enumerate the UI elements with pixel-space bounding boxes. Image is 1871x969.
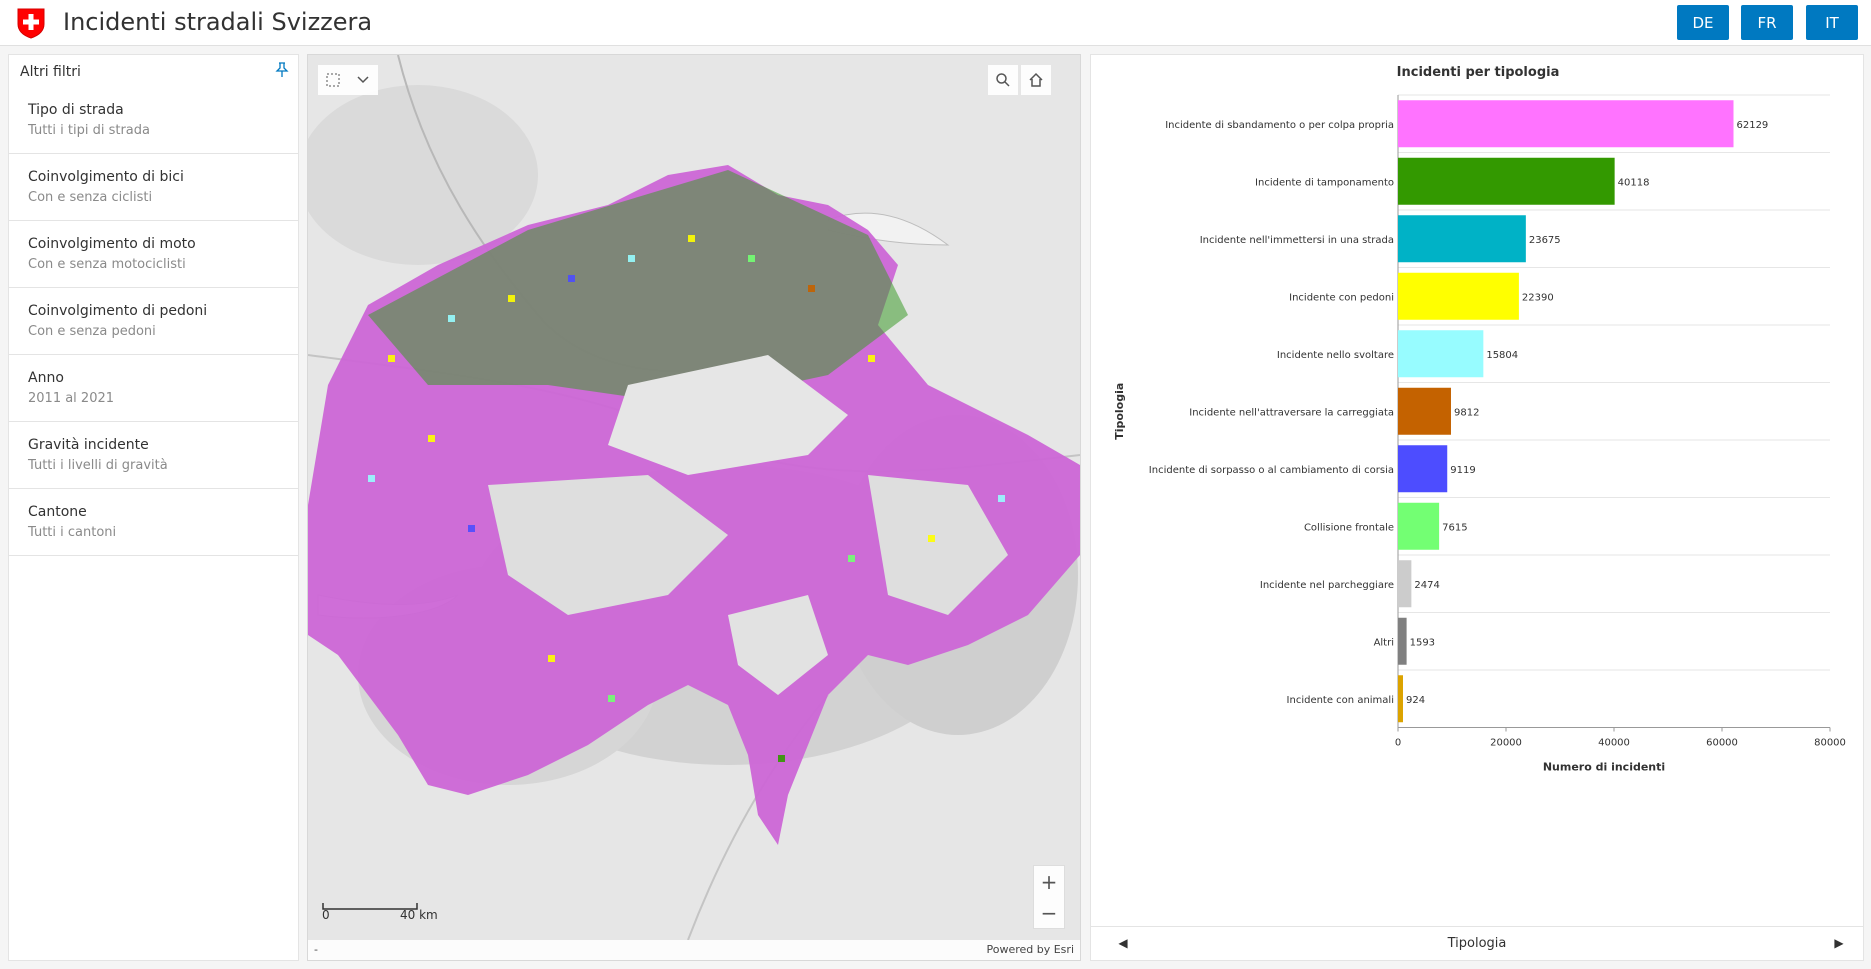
map-footer-mark: - [314, 943, 318, 956]
bar [1398, 157, 1615, 205]
filter-road-type[interactable]: Tipo di strada Tutti i tipi di strada [9, 87, 298, 154]
chart-selector-label: Tipologia [1447, 936, 1507, 951]
filter-label: Coinvolgimento di bici [28, 169, 184, 185]
bar [1398, 387, 1451, 435]
x-tick-label: 40000 [1598, 738, 1630, 749]
bar [1398, 560, 1412, 608]
map-view[interactable]: + − 0 40 km - Powered by Esri [307, 54, 1081, 961]
esri-attribution[interactable]: Powered by Esri [986, 943, 1074, 956]
data-label: 62129 [1736, 120, 1768, 131]
bar [1398, 272, 1519, 320]
filter-value: Tutti i tipi di strada [28, 123, 150, 138]
category-label: Incidente nel parcheggiare [1260, 580, 1394, 591]
filter-label: Coinvolgimento di pedoni [28, 303, 208, 319]
map-attribution-bar: - Powered by Esri [308, 940, 1080, 960]
filter-year[interactable]: Anno 2011 al 2021 [9, 355, 298, 422]
scale-bar: 0 40 km [322, 895, 467, 925]
filter-value: Tutti i cantoni [28, 525, 117, 540]
x-tick-label: 0 [1395, 738, 1401, 749]
map-basemap[interactable] [308, 55, 1080, 940]
bar [1398, 215, 1526, 263]
data-label: 1593 [1410, 637, 1435, 648]
x-axis-label: Numero di incidenti [1543, 761, 1665, 774]
bar [1398, 502, 1440, 550]
filter-label: Tipo di strada [28, 102, 124, 118]
swiss-coat-of-arms-icon [17, 8, 45, 39]
chart-panel: Incidenti per tipologia Incidente di sba… [1090, 54, 1864, 961]
category-label: Collisione frontale [1304, 522, 1394, 533]
filter-value: 2011 al 2021 [28, 391, 115, 406]
x-tick-label: 60000 [1706, 738, 1738, 749]
next-chart-arrow-icon[interactable]: ▶ [1831, 936, 1847, 952]
bar [1398, 445, 1448, 493]
filter-severity[interactable]: Gravità incidente Tutti i livelli di gra… [9, 422, 298, 489]
filter-list: Tipo di strada Tutti i tipi di strada Co… [9, 87, 298, 556]
category-label: Incidente nell'attraversare la carreggia… [1189, 407, 1394, 418]
y-axis-label: Tipologia [1113, 383, 1126, 440]
filters-panel: Altri filtri Tipo di strada Tutti i tipi… [8, 54, 299, 961]
x-tick-label: 80000 [1814, 738, 1846, 749]
category-label: Incidente di sorpasso o al cambiamento d… [1149, 465, 1394, 476]
category-label: Incidente con animali [1287, 695, 1394, 706]
layer-list-icon[interactable] [318, 65, 348, 95]
filter-pedestrians[interactable]: Coinvolgimento di pedoni Con e senza ped… [9, 288, 298, 355]
language-button-it[interactable]: IT [1806, 5, 1858, 40]
app-title: Incidenti stradali Svizzera [63, 8, 373, 36]
app-header: Incidenti stradali Svizzera DE FR IT [0, 0, 1871, 46]
category-label: Incidente di tamponamento [1255, 177, 1394, 188]
category-label: Altri [1374, 637, 1394, 648]
data-label: 15804 [1486, 350, 1518, 361]
filter-label: Coinvolgimento di moto [28, 236, 196, 252]
zoom-controls: + − [1033, 865, 1065, 929]
chart-navigation: ◀ Tipologia ▶ [1091, 926, 1863, 960]
bar [1398, 330, 1484, 378]
data-label: 2474 [1414, 580, 1439, 591]
bar-chart: Incidente di sbandamento o per colpa pro… [1113, 94, 1846, 774]
filter-canton[interactable]: Cantone Tutti i cantoni [9, 489, 298, 556]
filter-label: Cantone [28, 504, 87, 520]
data-label: 40118 [1618, 177, 1650, 188]
filter-label: Anno [28, 370, 64, 386]
filters-title: Altri filtri [20, 64, 81, 80]
bar [1398, 617, 1407, 665]
filter-bicycle[interactable]: Coinvolgimento di bici Con e senza cicli… [9, 154, 298, 221]
chevron-down-icon[interactable] [348, 65, 378, 95]
filter-value: Con e senza motociclisti [28, 257, 186, 272]
zoom-out-button[interactable]: − [1034, 897, 1064, 928]
home-icon[interactable] [1021, 65, 1051, 95]
bar [1398, 100, 1734, 148]
category-label: Incidente di sbandamento o per colpa pro… [1165, 120, 1394, 131]
language-button-de[interactable]: DE [1677, 5, 1729, 40]
category-label: Incidente nell'immettersi in una strada [1200, 235, 1394, 246]
filter-value: Con e senza pedoni [28, 324, 156, 339]
filter-value: Con e senza ciclisti [28, 190, 153, 205]
scale-distance: 40 km [400, 908, 438, 922]
zoom-in-button[interactable]: + [1034, 866, 1064, 897]
data-label: 9119 [1450, 465, 1475, 476]
search-icon[interactable] [988, 65, 1018, 95]
scale-zero: 0 [322, 908, 330, 922]
data-label: 9812 [1454, 407, 1479, 418]
data-label: 7615 [1442, 522, 1467, 533]
data-label: 22390 [1522, 292, 1554, 303]
category-label: Incidente nello svoltare [1277, 350, 1394, 361]
x-tick-label: 20000 [1490, 738, 1522, 749]
pin-icon[interactable] [274, 61, 290, 79]
data-label: 23675 [1529, 235, 1561, 246]
filter-motorcycle[interactable]: Coinvolgimento di moto Con e senza motoc… [9, 221, 298, 288]
filter-label: Gravità incidente [28, 437, 149, 453]
language-button-fr[interactable]: FR [1741, 5, 1793, 40]
bar [1398, 675, 1403, 723]
data-label: 924 [1406, 695, 1425, 706]
category-label: Incidente con pedoni [1289, 292, 1394, 303]
filter-value: Tutti i livelli di gravità [28, 458, 168, 473]
